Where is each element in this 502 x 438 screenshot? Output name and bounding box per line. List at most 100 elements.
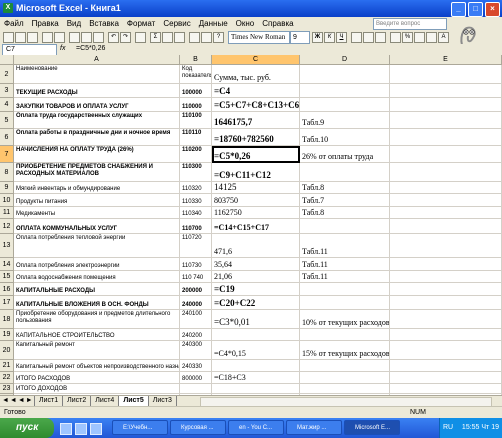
cell-b18[interactable]: 240100: [180, 310, 212, 329]
cell-a12[interactable]: ОПЛАТА КОММУНАЛЬНЫХ УСЛУГ: [14, 219, 180, 234]
cell-e14[interactable]: [390, 258, 502, 271]
cell-d7[interactable]: 26% от оплаты труда: [300, 146, 390, 163]
close-button[interactable]: ×: [485, 2, 500, 17]
undo-icon[interactable]: ↶: [108, 32, 119, 43]
cell-b10[interactable]: 110330: [180, 194, 212, 207]
ie-icon[interactable]: [75, 423, 87, 435]
sort-desc-icon[interactable]: [174, 32, 185, 43]
cell-b23[interactable]: [180, 384, 212, 394]
taskbar-button[interactable]: Microsoft E...: [344, 420, 400, 435]
cell-d19[interactable]: [300, 329, 390, 341]
redo-icon[interactable]: ↷: [120, 32, 131, 43]
cut-icon[interactable]: [69, 32, 80, 43]
cell-c14[interactable]: 35,64: [212, 258, 300, 271]
column-header[interactable]: D: [300, 55, 390, 65]
save-icon[interactable]: [27, 32, 38, 43]
new-icon[interactable]: [3, 32, 14, 43]
row-header[interactable]: 3: [0, 84, 14, 98]
cell-b6[interactable]: 110110: [180, 129, 212, 146]
cell-d12[interactable]: [300, 219, 390, 234]
menu-item[interactable]: Сервис: [159, 19, 194, 28]
cell-d22[interactable]: [300, 372, 390, 384]
cell-b21[interactable]: 240330: [180, 360, 212, 372]
menu-item[interactable]: Справка: [258, 19, 297, 28]
cell-e7[interactable]: [390, 146, 502, 163]
cell-c5[interactable]: 1646175,7: [212, 112, 300, 129]
row-header[interactable]: 8: [0, 163, 14, 182]
cell-b12[interactable]: 110700: [180, 219, 212, 234]
cell-a3[interactable]: ТЕКУЩИЕ РАСХОДЫ: [14, 84, 180, 98]
bold-icon[interactable]: Ж: [312, 32, 323, 43]
cell-b3[interactable]: 100000: [180, 84, 212, 98]
cell-a17[interactable]: КАПИТАЛЬНЫЕ ВЛОЖЕНИЯ В ОСН. ФОНДЫ: [14, 296, 180, 310]
maximize-button[interactable]: □: [468, 2, 483, 17]
cell-b4[interactable]: 110000: [180, 98, 212, 112]
sort-asc-icon[interactable]: [162, 32, 173, 43]
cell-d20[interactable]: 15% от текущих расходов: [300, 341, 390, 360]
row-header[interactable]: 6: [0, 129, 14, 146]
cell-b20[interactable]: 240300: [180, 341, 212, 360]
cell-d10[interactable]: Табл.7: [300, 194, 390, 207]
cell-e15[interactable]: [390, 271, 502, 283]
cell-b8[interactable]: 110300: [180, 163, 212, 182]
cell-c10[interactable]: 803750: [212, 194, 300, 207]
cell-b14[interactable]: 110730: [180, 258, 212, 271]
row-header[interactable]: 15: [0, 271, 14, 283]
cell-e20[interactable]: [390, 341, 502, 360]
cell-c13[interactable]: 471,6: [212, 234, 300, 258]
row-header[interactable]: 10: [0, 194, 14, 207]
cell-d23[interactable]: [300, 384, 390, 394]
cell-b11[interactable]: 110340: [180, 207, 212, 219]
cell-d17[interactable]: [300, 296, 390, 310]
copy-icon[interactable]: [81, 32, 92, 43]
row-header[interactable]: 22: [0, 372, 14, 384]
cell-e6[interactable]: [390, 129, 502, 146]
cell-b16[interactable]: 200000: [180, 283, 212, 296]
cell-d21[interactable]: [300, 360, 390, 372]
cell-d9[interactable]: Табл.8: [300, 182, 390, 194]
cell-e16[interactable]: [390, 283, 502, 296]
menu-item[interactable]: Вид: [63, 19, 85, 28]
column-header[interactable]: B: [180, 55, 212, 65]
cell-a13[interactable]: Оплата потребления тепловой энергии: [14, 234, 180, 258]
cell-d2[interactable]: [300, 65, 390, 84]
cell-d8[interactable]: [300, 163, 390, 182]
row-header[interactable]: 9: [0, 182, 14, 194]
cell-c6[interactable]: =18760+782560: [212, 129, 300, 146]
cell-b2[interactable]: Код показателя: [180, 65, 212, 84]
row-header[interactable]: 18: [0, 310, 14, 329]
cell-c22[interactable]: =C18+C3: [212, 372, 300, 384]
cell-e8[interactable]: [390, 163, 502, 182]
cell-e22[interactable]: [390, 372, 502, 384]
menu-item[interactable]: Файл: [0, 19, 28, 28]
cell-c7[interactable]: =C5*0,26: [212, 146, 300, 163]
cell-e11[interactable]: [390, 207, 502, 219]
font-name-select[interactable]: Times New Roman: [228, 31, 290, 44]
cell-a4[interactable]: ЗАКУПКИ ТОВАРОВ И ОПЛАТА УСЛУГ: [14, 98, 180, 112]
formula-input[interactable]: =C5*0,26: [76, 44, 105, 54]
select-all-corner[interactable]: [0, 55, 14, 65]
preview-icon[interactable]: [54, 32, 65, 43]
percent-icon[interactable]: %: [402, 32, 413, 43]
cell-b15[interactable]: 110 740: [180, 271, 212, 283]
cell-c23[interactable]: [212, 384, 300, 394]
cell-d15[interactable]: Табл.11: [300, 271, 390, 283]
cell-e9[interactable]: [390, 182, 502, 194]
row-header[interactable]: 16: [0, 283, 14, 296]
cell-d11[interactable]: Табл.8: [300, 207, 390, 219]
cell-e10[interactable]: [390, 194, 502, 207]
row-header[interactable]: 23: [0, 384, 14, 394]
cell-a11[interactable]: Медикаменты: [14, 207, 180, 219]
cell-c2[interactable]: Сумма, тыс. руб.: [212, 65, 300, 84]
cell-a5[interactable]: Оплата труда государственных служащих: [14, 112, 180, 129]
cell-e12[interactable]: [390, 219, 502, 234]
cell-b19[interactable]: 240200: [180, 329, 212, 341]
row-header[interactable]: 4: [0, 98, 14, 112]
cell-c16[interactable]: =C19: [212, 283, 300, 296]
media-icon[interactable]: [90, 423, 102, 435]
cell-a9[interactable]: Мягкий инвентарь и обмундирование: [14, 182, 180, 194]
cell-e19[interactable]: [390, 329, 502, 341]
align-left-icon[interactable]: [351, 32, 362, 43]
taskbar-button[interactable]: Мат.жир ...: [286, 420, 342, 435]
cell-d14[interactable]: Табл.11: [300, 258, 390, 271]
